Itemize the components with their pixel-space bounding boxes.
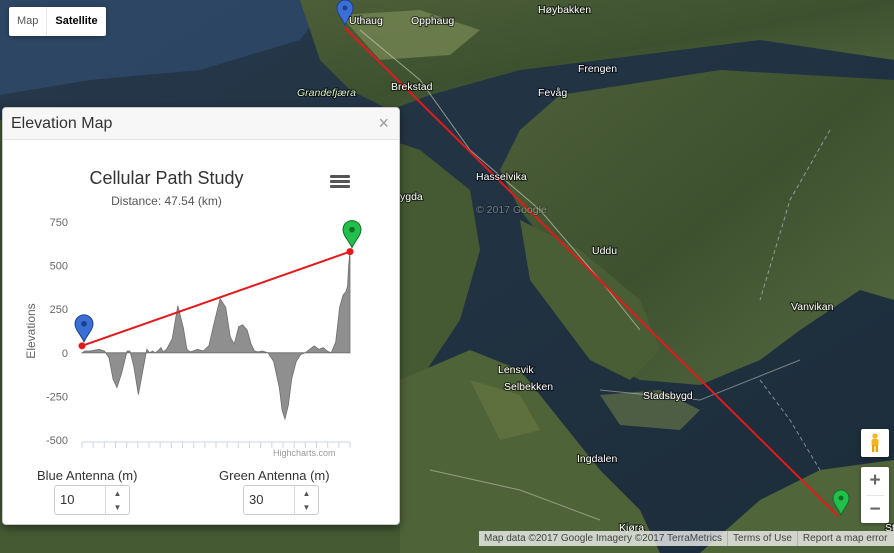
decrement-arrow-icon[interactable]: ▼ (106, 500, 129, 514)
terms-of-use-link[interactable]: Terms of Use (727, 531, 797, 546)
map-watermark: © 2017 Google (476, 204, 547, 216)
zoom-out-button[interactable]: − (861, 496, 889, 524)
map-type-satellite-button[interactable]: Satellite (46, 7, 105, 36)
blue-antenna-value[interactable]: 10 (55, 486, 105, 514)
hamburger-icon[interactable] (330, 175, 350, 191)
green-antenna-stepper: ▲ ▼ (294, 486, 318, 514)
place-label: Grandefjæra (297, 87, 356, 99)
chart-title: Cellular Path Study (89, 168, 244, 188)
path-endpoint (78, 342, 86, 350)
place-label: Brekstad (391, 81, 433, 93)
place-label: Stadsbygd (643, 390, 693, 402)
place-label: Uthaug (349, 15, 383, 27)
y-tick-label: 500 (50, 261, 68, 273)
y-tick-label: -500 (46, 435, 68, 447)
increment-arrow-icon[interactable]: ▲ (295, 486, 318, 500)
decrement-arrow-icon[interactable]: ▼ (295, 500, 318, 514)
place-label: ygda (400, 191, 423, 203)
place-label: Frengen (578, 63, 617, 75)
place-label: Vanvikan (791, 301, 834, 313)
y-tick-label: -250 (46, 391, 68, 403)
report-map-error-link[interactable]: Report a map error (796, 531, 892, 546)
green-antenna-input[interactable]: 30 ▲ ▼ (243, 485, 319, 515)
place-label: Opphaug (411, 15, 454, 27)
y-tick-label: 750 (50, 217, 68, 229)
place-label: Fevåg (538, 87, 567, 99)
place-label: Høybakken (538, 4, 591, 16)
close-icon[interactable]: × (378, 113, 389, 134)
green-antenna-value[interactable]: 30 (244, 486, 294, 514)
map-attribution: Map data ©2017 Google Imagery ©2017 Terr… (479, 531, 894, 546)
increment-arrow-icon[interactable]: ▲ (106, 486, 129, 500)
map-type-map-button[interactable]: Map (9, 7, 46, 36)
zoom-control: + − (861, 467, 889, 523)
highcharts-credits[interactable]: Highcharts.com (273, 448, 336, 458)
map-type-control: Map Satellite (9, 7, 106, 36)
street-view-button[interactable] (861, 429, 889, 457)
dialog-title: Elevation Map (11, 115, 113, 132)
terrain-area (80, 251, 351, 421)
green-antenna-label: Green Antenna (m) (219, 468, 330, 483)
zoom-in-button[interactable]: + (861, 467, 889, 495)
blue-antenna-label: Blue Antenna (m) (37, 468, 138, 483)
dialog-header: Elevation Map × (3, 108, 399, 140)
attribution-text: Map data ©2017 Google Imagery ©2017 Terr… (484, 533, 723, 544)
chart-blue-marker-icon (74, 314, 94, 344)
y-tick-label: 250 (50, 304, 68, 316)
pegman-icon (871, 433, 879, 452)
place-label: Selbekken (504, 381, 553, 393)
chart-green-marker-icon (342, 220, 362, 249)
elevation-chart: 750 500 250 0 -250 -500 Elevations (24, 217, 362, 448)
place-label: Lensvik (498, 364, 534, 376)
place-label: Ingdalen (577, 453, 617, 465)
blue-antenna-input[interactable]: 10 ▲ ▼ (54, 485, 130, 515)
path-endpoint (346, 248, 354, 256)
place-label: Uddu (592, 245, 617, 257)
y-axis-title: Elevations (24, 303, 38, 358)
y-tick-label: 0 (62, 348, 68, 360)
place-label: Hasselvika (476, 171, 527, 183)
elevation-dialog: Elevation Map × Cellular Path Study Dist… (2, 107, 400, 525)
blue-antenna-stepper: ▲ ▼ (105, 486, 129, 514)
